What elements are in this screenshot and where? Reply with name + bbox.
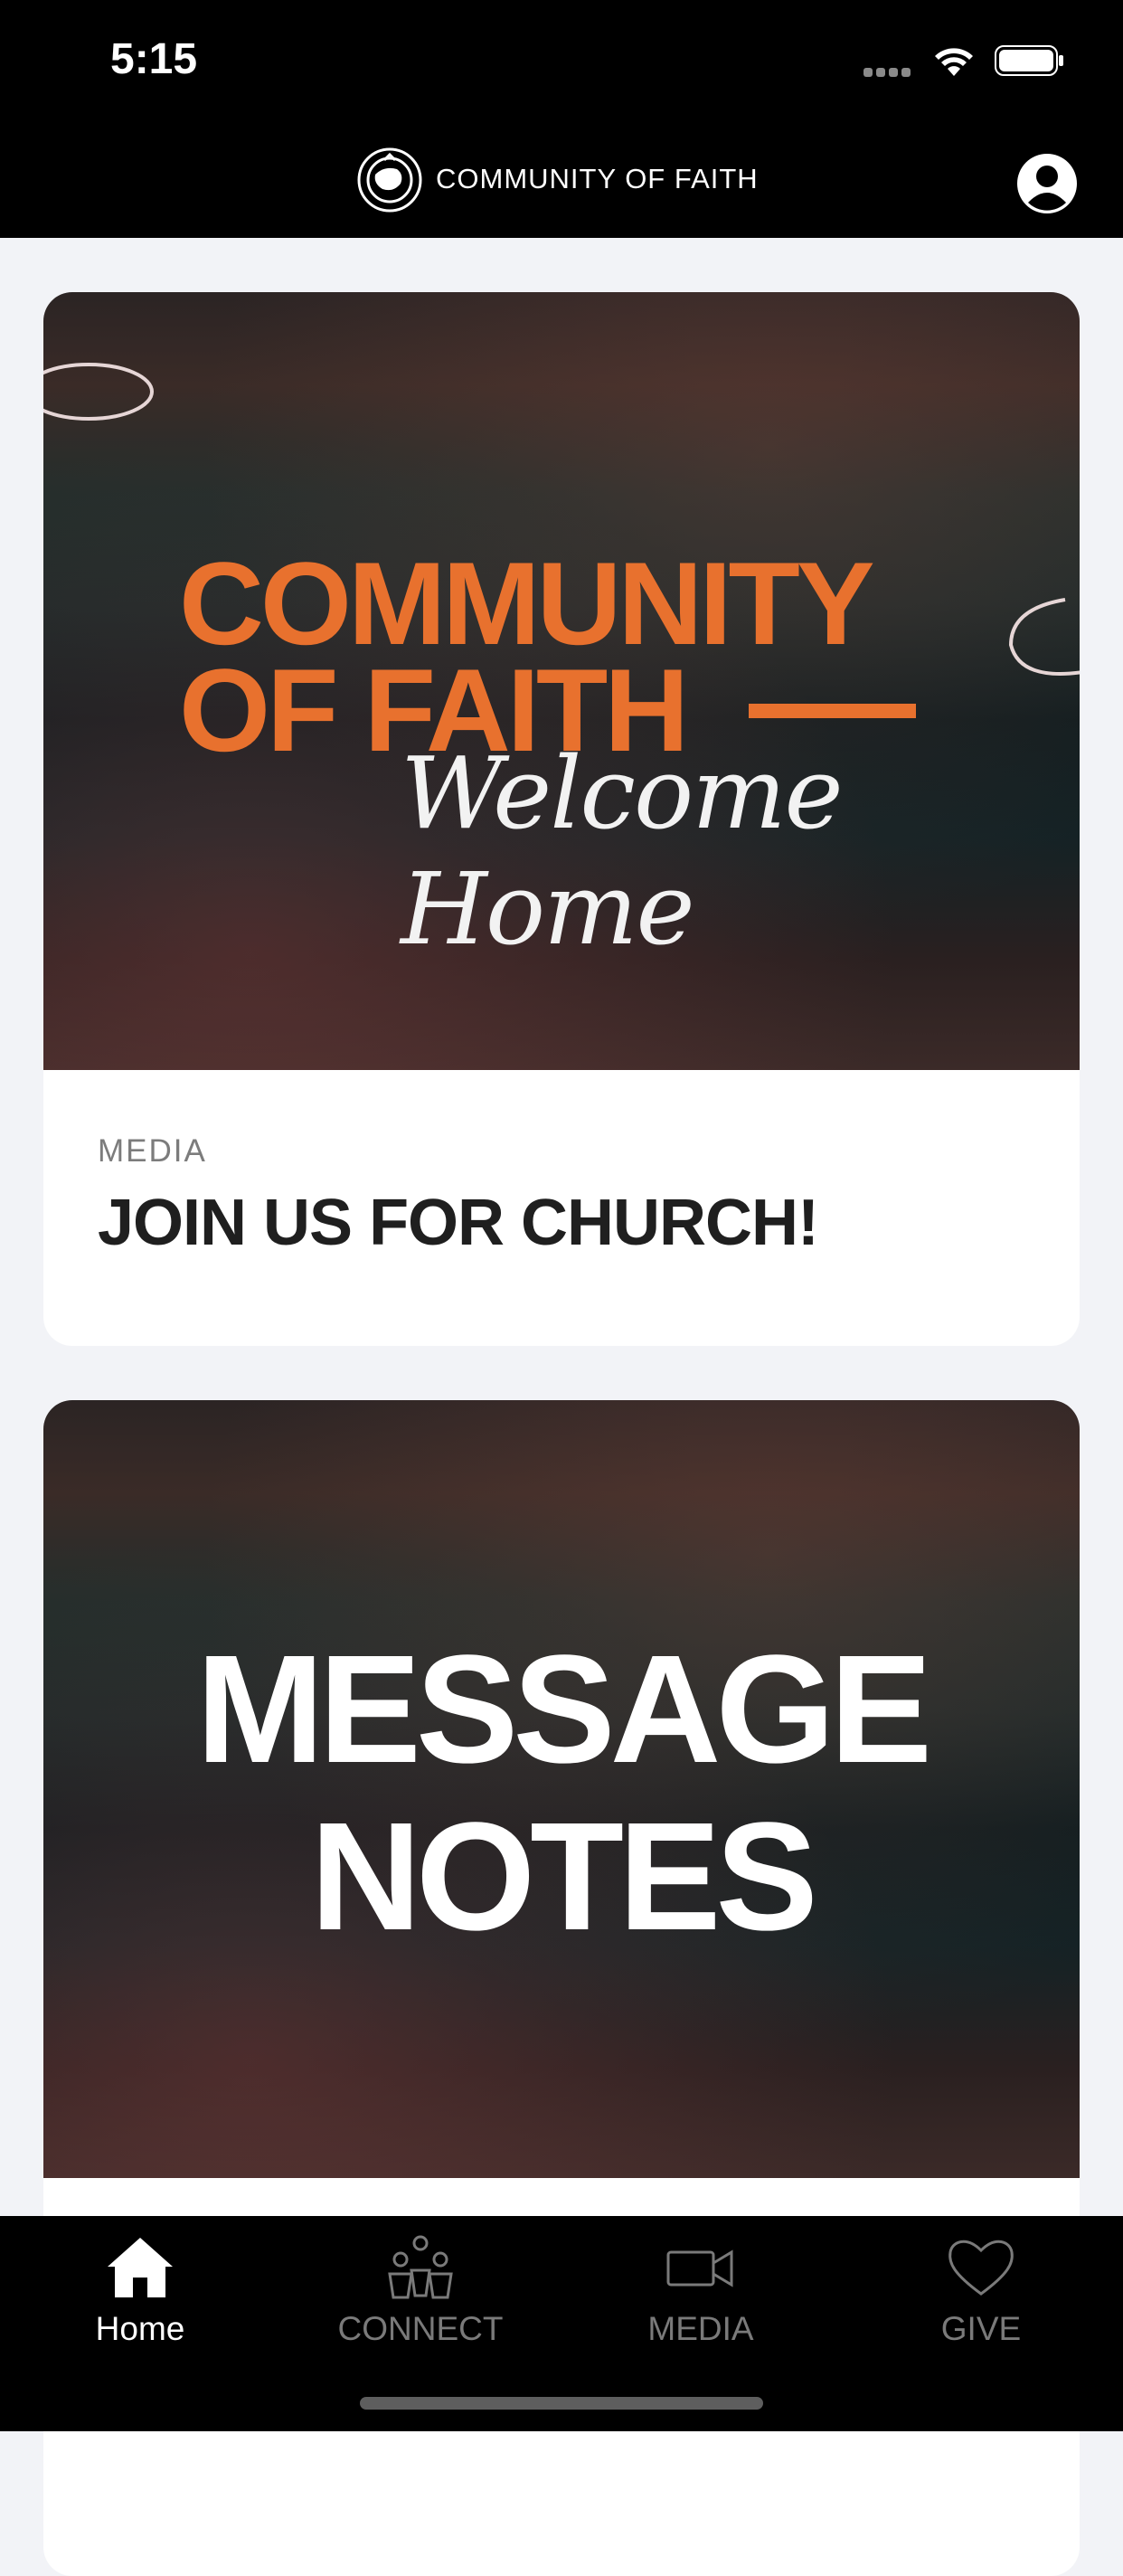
card-title: JOIN US FOR CHURCH! — [98, 1187, 819, 1259]
hero-heading-line1: MESSAGE — [195, 1624, 932, 1795]
cellular-signal-icon — [863, 65, 916, 77]
wifi-icon — [935, 48, 973, 76]
tab-label: GIVE — [940, 2310, 1022, 2347]
battery-icon — [995, 45, 1063, 76]
top-bar: 5:15 COMMUNITY OF FAITH — [0, 0, 1123, 238]
decorative-swirl — [43, 363, 154, 421]
decorative-swirl — [1008, 598, 1080, 676]
hero-heading: MESSAGE NOTES — [43, 1626, 1080, 1961]
tab-connect[interactable]: CONNECT — [330, 2234, 511, 2348]
card-body: MEDIA JOIN US FOR CHURCH! — [43, 1070, 1080, 1260]
tab-label: Home — [95, 2310, 185, 2347]
hero-heading-line2: NOTES — [310, 1791, 818, 1963]
hero-script: Welcome Home — [401, 735, 844, 967]
status-time: 5:15 — [110, 35, 198, 83]
video-camera-icon — [666, 2249, 733, 2287]
tab-label: CONNECT — [337, 2310, 504, 2347]
tab-home[interactable]: Home — [50, 2234, 231, 2348]
hero-heading-line1: COMMUNITY — [179, 537, 875, 669]
content-card[interactable]: COMMUNITY OF FAITH Welcome Home MEDIA JO… — [43, 292, 1080, 1346]
card-category: MEDIA — [98, 1133, 207, 1169]
home-icon — [108, 2238, 173, 2297]
header-title: COMMUNITY OF FAITH — [436, 163, 759, 194]
tab-give[interactable]: GIVE — [891, 2234, 1071, 2348]
heart-icon — [948, 2240, 1014, 2296]
people-icon — [388, 2235, 453, 2299]
church-logo-icon — [357, 147, 422, 213]
tab-label: MEDIA — [647, 2310, 754, 2347]
profile-icon[interactable] — [1015, 152, 1079, 215]
hero-heading: COMMUNITY OF FAITH — [179, 537, 875, 769]
card-image: COMMUNITY OF FAITH Welcome Home — [43, 292, 1080, 1070]
home-indicator — [360, 2397, 763, 2410]
tab-media[interactable]: MEDIA — [610, 2234, 791, 2348]
hero-dash — [749, 704, 916, 718]
card-image: MESSAGE NOTES — [43, 1400, 1080, 2178]
